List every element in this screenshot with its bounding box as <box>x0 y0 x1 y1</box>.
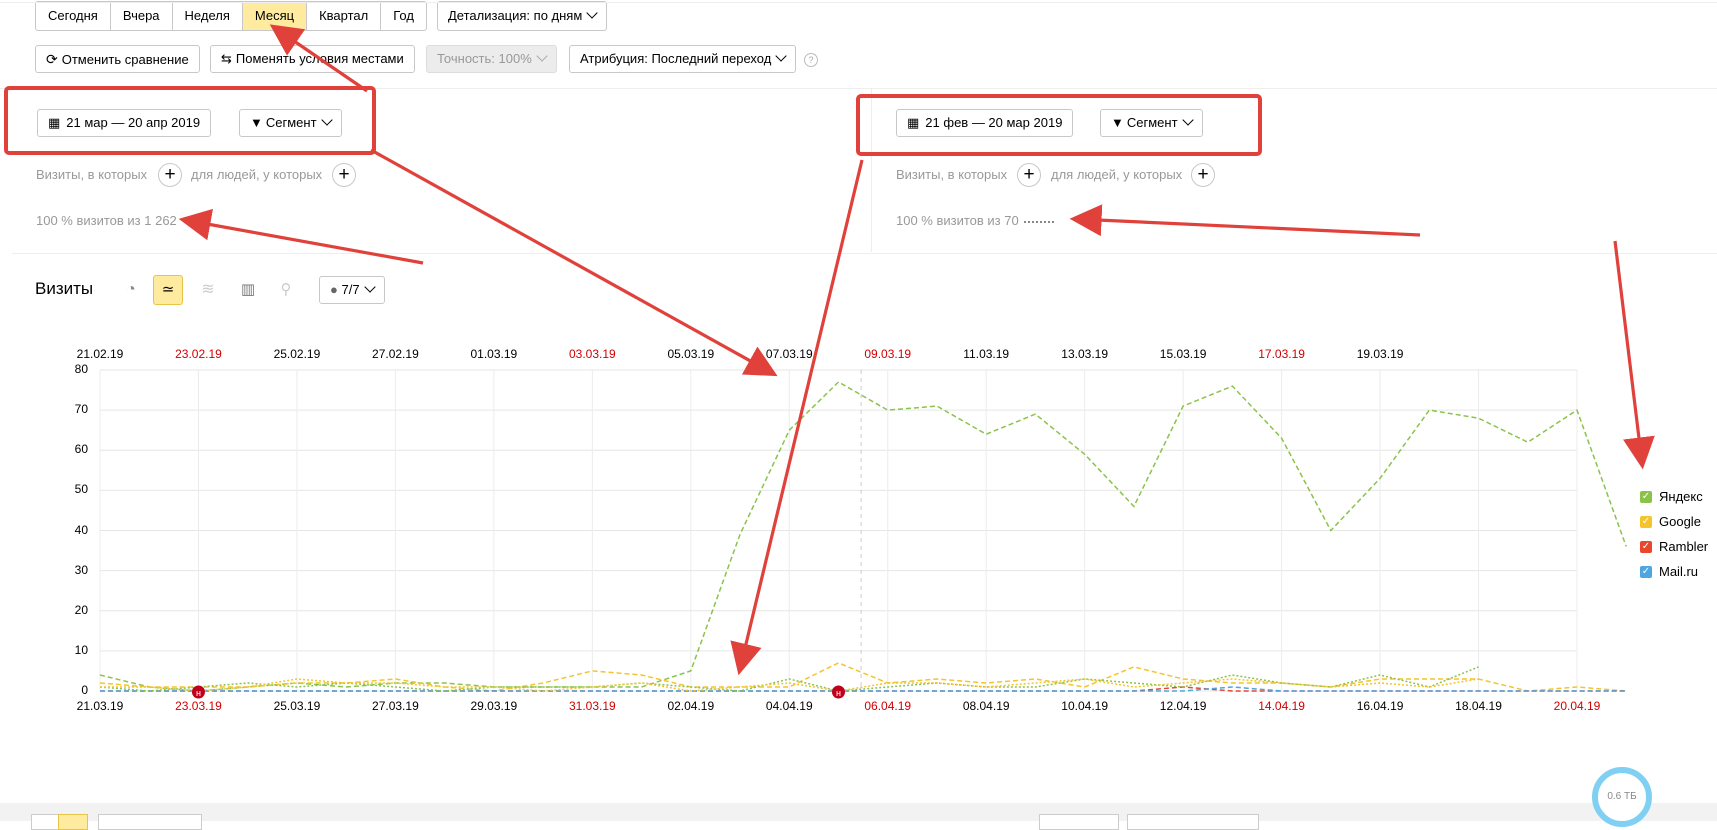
x-top-tick-label: 01.03.19 <box>470 347 518 361</box>
x-top-tick-label: 23.02.19 <box>175 347 222 361</box>
arrow-to-legend <box>1613 240 1655 470</box>
arrow-to-right-coverage <box>1069 204 1421 237</box>
x-tick-label: 06.04.19 <box>864 699 912 713</box>
arrow-to-compare-line <box>730 159 864 676</box>
x-tick-label: 10.04.19 <box>1061 699 1109 713</box>
x-top-tick-label: 25.02.19 <box>273 347 321 361</box>
x-tick-label: 14.04.19 <box>1258 699 1305 713</box>
x-tick-label: 20.04.19 <box>1553 699 1601 713</box>
arrow-to-month-tab <box>269 24 368 93</box>
x-tick-label: 23.03.19 <box>175 699 222 713</box>
x-tick-label: 18.04.19 <box>1455 699 1502 713</box>
x-top-tick-label: 17.03.19 <box>1258 347 1305 361</box>
x-top-tick-label: 09.03.19 <box>864 347 912 361</box>
arrow-to-left-coverage <box>178 208 424 265</box>
y-tick-label: 60 <box>74 442 88 457</box>
x-top-tick-label: 15.03.19 <box>1159 347 1207 361</box>
x-tick-label: 25.03.19 <box>273 699 321 713</box>
x-tick-label: 29.03.19 <box>470 699 518 713</box>
y-tick-label: 80 <box>74 362 88 376</box>
y-tick-label: 0 <box>81 683 88 697</box>
x-top-tick-label: 03.03.19 <box>568 347 616 361</box>
y-tick-label: 70 <box>74 402 88 417</box>
x-tick-label: 08.04.19 <box>962 699 1010 713</box>
x-top-tick-label: 13.03.19 <box>1061 347 1109 361</box>
arrow-to-chart-peak <box>370 148 778 377</box>
y-tick-label: 50 <box>74 482 88 497</box>
x-tick-label: 27.03.19 <box>372 699 419 713</box>
x-top-tick-label: 19.03.19 <box>1356 347 1404 361</box>
x-tick-label: 02.04.19 <box>667 699 715 713</box>
y-tick-label: 20 <box>74 602 88 617</box>
y-tick-label: 30 <box>74 562 88 577</box>
x-top-tick-label: 11.03.19 <box>963 347 1010 361</box>
x-top-tick-label: 05.03.19 <box>667 347 715 361</box>
x-tick-label: 04.04.19 <box>765 699 813 713</box>
x-top-tick-label: 27.02.19 <box>372 347 419 361</box>
annotation-arrows <box>178 24 1655 676</box>
y-tick-label: 40 <box>74 522 88 537</box>
x-top-tick-label: 07.03.19 <box>765 347 813 361</box>
x-tick-label: 16.04.19 <box>1356 699 1404 713</box>
x-tick-label: 12.04.19 <box>1159 699 1207 713</box>
x-tick-label: 31.03.19 <box>568 699 616 713</box>
x-top-tick-label: 21.02.19 <box>76 347 124 361</box>
x-tick-label: 21.03.19 <box>76 699 124 713</box>
y-tick-label: 10 <box>74 642 88 657</box>
